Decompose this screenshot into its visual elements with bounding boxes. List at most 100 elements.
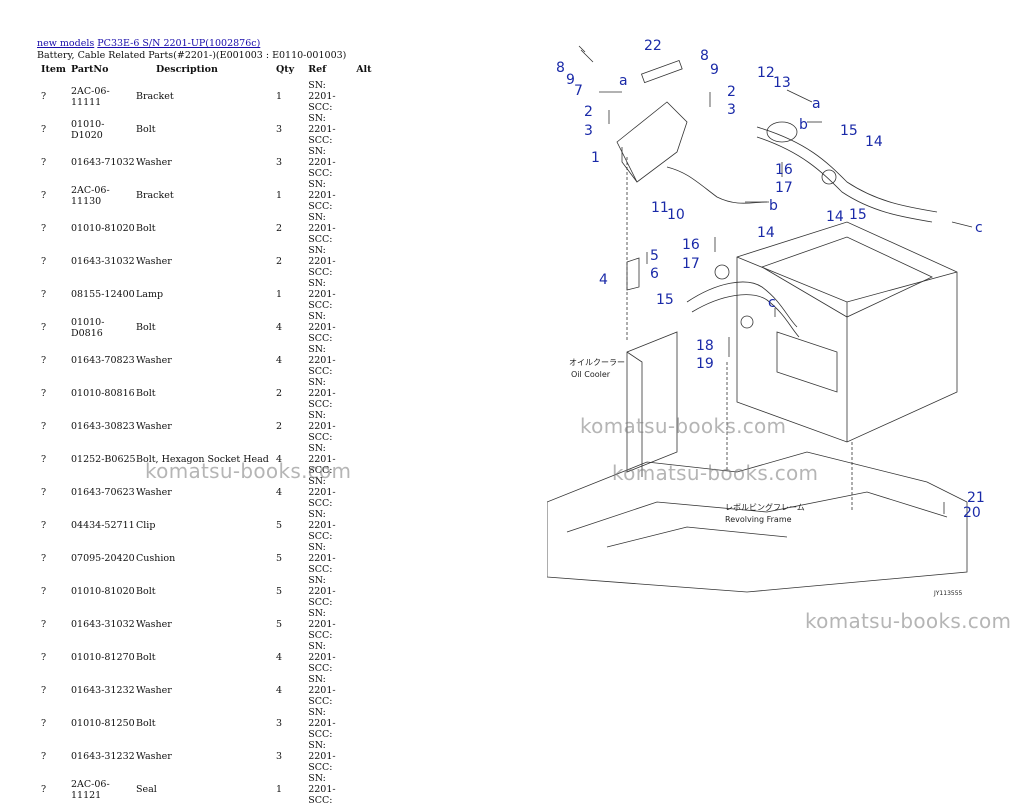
- table-row: ? 01010-80816 Bolt 2 SN: 2201- SCC:: [37, 377, 386, 410]
- callout-3b[interactable]: 3: [584, 123, 593, 139]
- row-qty: 1: [276, 784, 283, 795]
- row-description: Washer: [136, 619, 172, 630]
- callout-16b[interactable]: 16: [682, 237, 700, 253]
- callout-13[interactable]: 13: [773, 75, 791, 91]
- row-qty: 2: [276, 223, 283, 234]
- row-alt: [356, 80, 386, 113]
- callout-15c[interactable]: 15: [656, 292, 674, 308]
- table-row: ? 01643-31032 Washer 5 SN: 2201- SCC:: [37, 608, 386, 641]
- table-row: ? 2AC-06-11121 Seal 1 SN: 2201- SCC:: [37, 773, 386, 806]
- table-row: ? 01643-31232 Washer 3 SN: 2201- SCC:: [37, 740, 386, 773]
- row-alt: [356, 212, 386, 245]
- callout-14c[interactable]: 14: [757, 225, 775, 241]
- row-partno: 01643-30823: [71, 421, 135, 432]
- row-item: ?: [41, 487, 47, 498]
- row-qty: 2: [276, 388, 283, 399]
- row-ref: SN: 2201- SCC:: [308, 179, 336, 212]
- callout-15b[interactable]: 15: [849, 207, 867, 223]
- callout-20[interactable]: 20: [963, 505, 981, 521]
- row-partno: 01252-B0625: [71, 454, 136, 465]
- label-oil-cooler: Oil Cooler: [571, 370, 611, 379]
- row-ref: SN: 2201- SCC:: [308, 542, 336, 575]
- row-description: Lamp: [136, 289, 164, 300]
- callout-2b[interactable]: 2: [584, 104, 593, 120]
- bracket-4: [626, 257, 640, 291]
- row-ref: SN: 2201- SCC:: [308, 80, 336, 113]
- header-alt: Alt: [356, 63, 372, 75]
- row-item: ?: [41, 388, 47, 399]
- watermark-1: komatsu-books.com: [580, 414, 787, 438]
- callout-16[interactable]: 16: [775, 162, 793, 178]
- row-partno: 2AC-06-11121: [71, 778, 110, 801]
- callout-5[interactable]: 5: [650, 248, 659, 264]
- callout-4[interactable]: 4: [599, 272, 608, 288]
- row-partno: 01643-71032: [71, 157, 135, 168]
- row-ref: SN: 2201- SCC:: [308, 113, 336, 146]
- row-item: ?: [41, 685, 47, 696]
- row-partno: 01643-70623: [71, 487, 135, 498]
- callout-14[interactable]: 14: [865, 134, 883, 150]
- row-qty: 3: [276, 157, 283, 168]
- row-qty: 2: [276, 256, 283, 267]
- callout-15[interactable]: 15: [840, 123, 858, 139]
- arrow-a-2: [786, 89, 813, 103]
- row-alt: [356, 113, 386, 146]
- row-partno: 01010-81020: [71, 586, 135, 597]
- row-partno: 01010-81250: [71, 718, 135, 729]
- row-ref: SN: 2201- SCC:: [308, 245, 336, 278]
- header-qty: Qty: [276, 63, 295, 75]
- row-alt: [356, 410, 386, 443]
- row-description: Seal: [136, 784, 157, 795]
- row-item: ?: [41, 223, 47, 234]
- bolt-8: [578, 45, 594, 63]
- table-row: ? 01643-70823 Washer 4 SN: 2201- SCC:: [37, 344, 386, 377]
- callout-8b[interactable]: 8: [700, 48, 709, 64]
- row-description: Bolt: [136, 652, 156, 663]
- row-partno: 07095-20420: [71, 553, 135, 564]
- row-ref: SN: 2201- SCC:: [308, 740, 336, 773]
- callout-22[interactable]: 22: [644, 38, 662, 54]
- row-item: ?: [41, 289, 47, 300]
- label-revolving-frame: Revolving Frame: [725, 515, 792, 524]
- table-row: ? 01643-30823 Washer 2 SN: 2201- SCC:: [37, 410, 386, 443]
- revolving-frame-ridge: [566, 491, 948, 533]
- row-partno: 01643-31032: [71, 256, 135, 267]
- callout-10[interactable]: 10: [667, 207, 685, 223]
- callout-7[interactable]: 7: [574, 83, 583, 99]
- row-qty: 1: [276, 190, 283, 201]
- arrow-letter-c-2: c: [768, 295, 776, 311]
- callout-9b[interactable]: 9: [710, 62, 719, 78]
- table-header-row: Item PartNo Description Qty Ref Alt: [37, 63, 386, 80]
- breadcrumb-link-model[interactable]: PC33E-6 S/N 2201-UP(1002876c): [97, 38, 260, 49]
- callout-17b[interactable]: 17: [682, 256, 700, 272]
- lamp-part: [640, 59, 683, 84]
- callout-14b[interactable]: 14: [826, 209, 844, 225]
- arrow-letter-a-2: a: [812, 96, 821, 112]
- row-ref: SN: 2201- SCC:: [308, 410, 336, 443]
- callout-1[interactable]: 1: [591, 150, 600, 166]
- row-item: ?: [41, 421, 47, 432]
- row-partno: 01010-80816: [71, 388, 135, 399]
- parts-list-panel: new models PC33E-6 S/N 2201-UP(1002876c)…: [37, 38, 547, 806]
- callout-21[interactable]: 21: [967, 490, 985, 506]
- row-item: ?: [41, 190, 47, 201]
- header-description: Description: [156, 63, 218, 75]
- callout-18[interactable]: 18: [696, 338, 714, 354]
- callout-3[interactable]: 3: [727, 102, 736, 118]
- row-partno: 01643-31232: [71, 685, 135, 696]
- row-partno: 2AC-06-11111: [71, 85, 110, 108]
- callout-6[interactable]: 6: [650, 266, 659, 282]
- row-alt: [356, 740, 386, 773]
- label-drawing-code: JY113555: [933, 590, 963, 597]
- row-qty: 5: [276, 520, 283, 531]
- row-qty: 5: [276, 619, 283, 630]
- row-qty: 4: [276, 355, 283, 366]
- callout-19[interactable]: 19: [696, 356, 714, 372]
- callout-2[interactable]: 2: [727, 84, 736, 100]
- callout-8[interactable]: 8: [556, 60, 565, 76]
- row-ref: SN: 2201- SCC:: [308, 278, 336, 311]
- label-revolving-frame-jp: レボルビングフレーム: [725, 502, 805, 512]
- parts-table: Item PartNo Description Qty Ref Alt ? 2AC…: [37, 63, 386, 806]
- callout-17[interactable]: 17: [775, 180, 793, 196]
- breadcrumb-link-new-models[interactable]: new models: [37, 38, 94, 49]
